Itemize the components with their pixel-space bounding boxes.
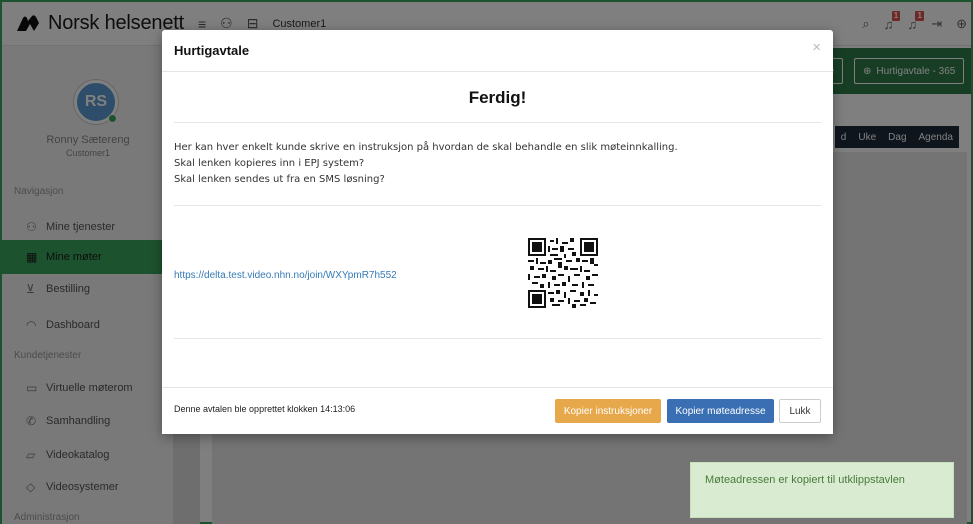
copy-meeting-address-button[interactable]: Kopier møteadresse: [667, 399, 774, 423]
copy-confirmation-toast: Møteadressen er kopiert til utklippstavl…: [690, 462, 954, 518]
qr-code-icon: [528, 238, 598, 308]
instruction-line: Her kan hver enkelt kunde skrive en inst…: [174, 142, 678, 153]
instructions-text: Her kan hver enkelt kunde skrive en inst…: [174, 140, 678, 188]
divider: [174, 338, 821, 339]
created-time-text: Denne avtalen ble opprettet klokken 14:1…: [174, 404, 356, 414]
modal-heading: Ferdig!: [468, 88, 527, 107]
modal-header: Hurtigavtale ×: [162, 30, 833, 72]
copy-instructions-button[interactable]: Kopier instruksjoner: [555, 399, 661, 423]
modal-footer: Denne avtalen ble opprettet klokken 14:1…: [162, 387, 833, 434]
divider: [174, 122, 821, 123]
divider: [174, 205, 821, 206]
instruction-line: Skal lenken kopieres inn i EPJ system?: [174, 158, 365, 169]
quick-meeting-modal: Hurtigavtale × Ferdig! Her kan hver enke…: [162, 30, 833, 434]
close-button[interactable]: Lukk: [779, 399, 821, 423]
close-icon[interactable]: ×: [812, 39, 821, 56]
instruction-line: Skal lenken sendes ut fra en SMS løsning…: [174, 174, 385, 185]
modal-title: Hurtigavtale: [174, 43, 250, 58]
meeting-link[interactable]: https://delta.test.video.nhn.no/join/WXY…: [174, 270, 397, 281]
